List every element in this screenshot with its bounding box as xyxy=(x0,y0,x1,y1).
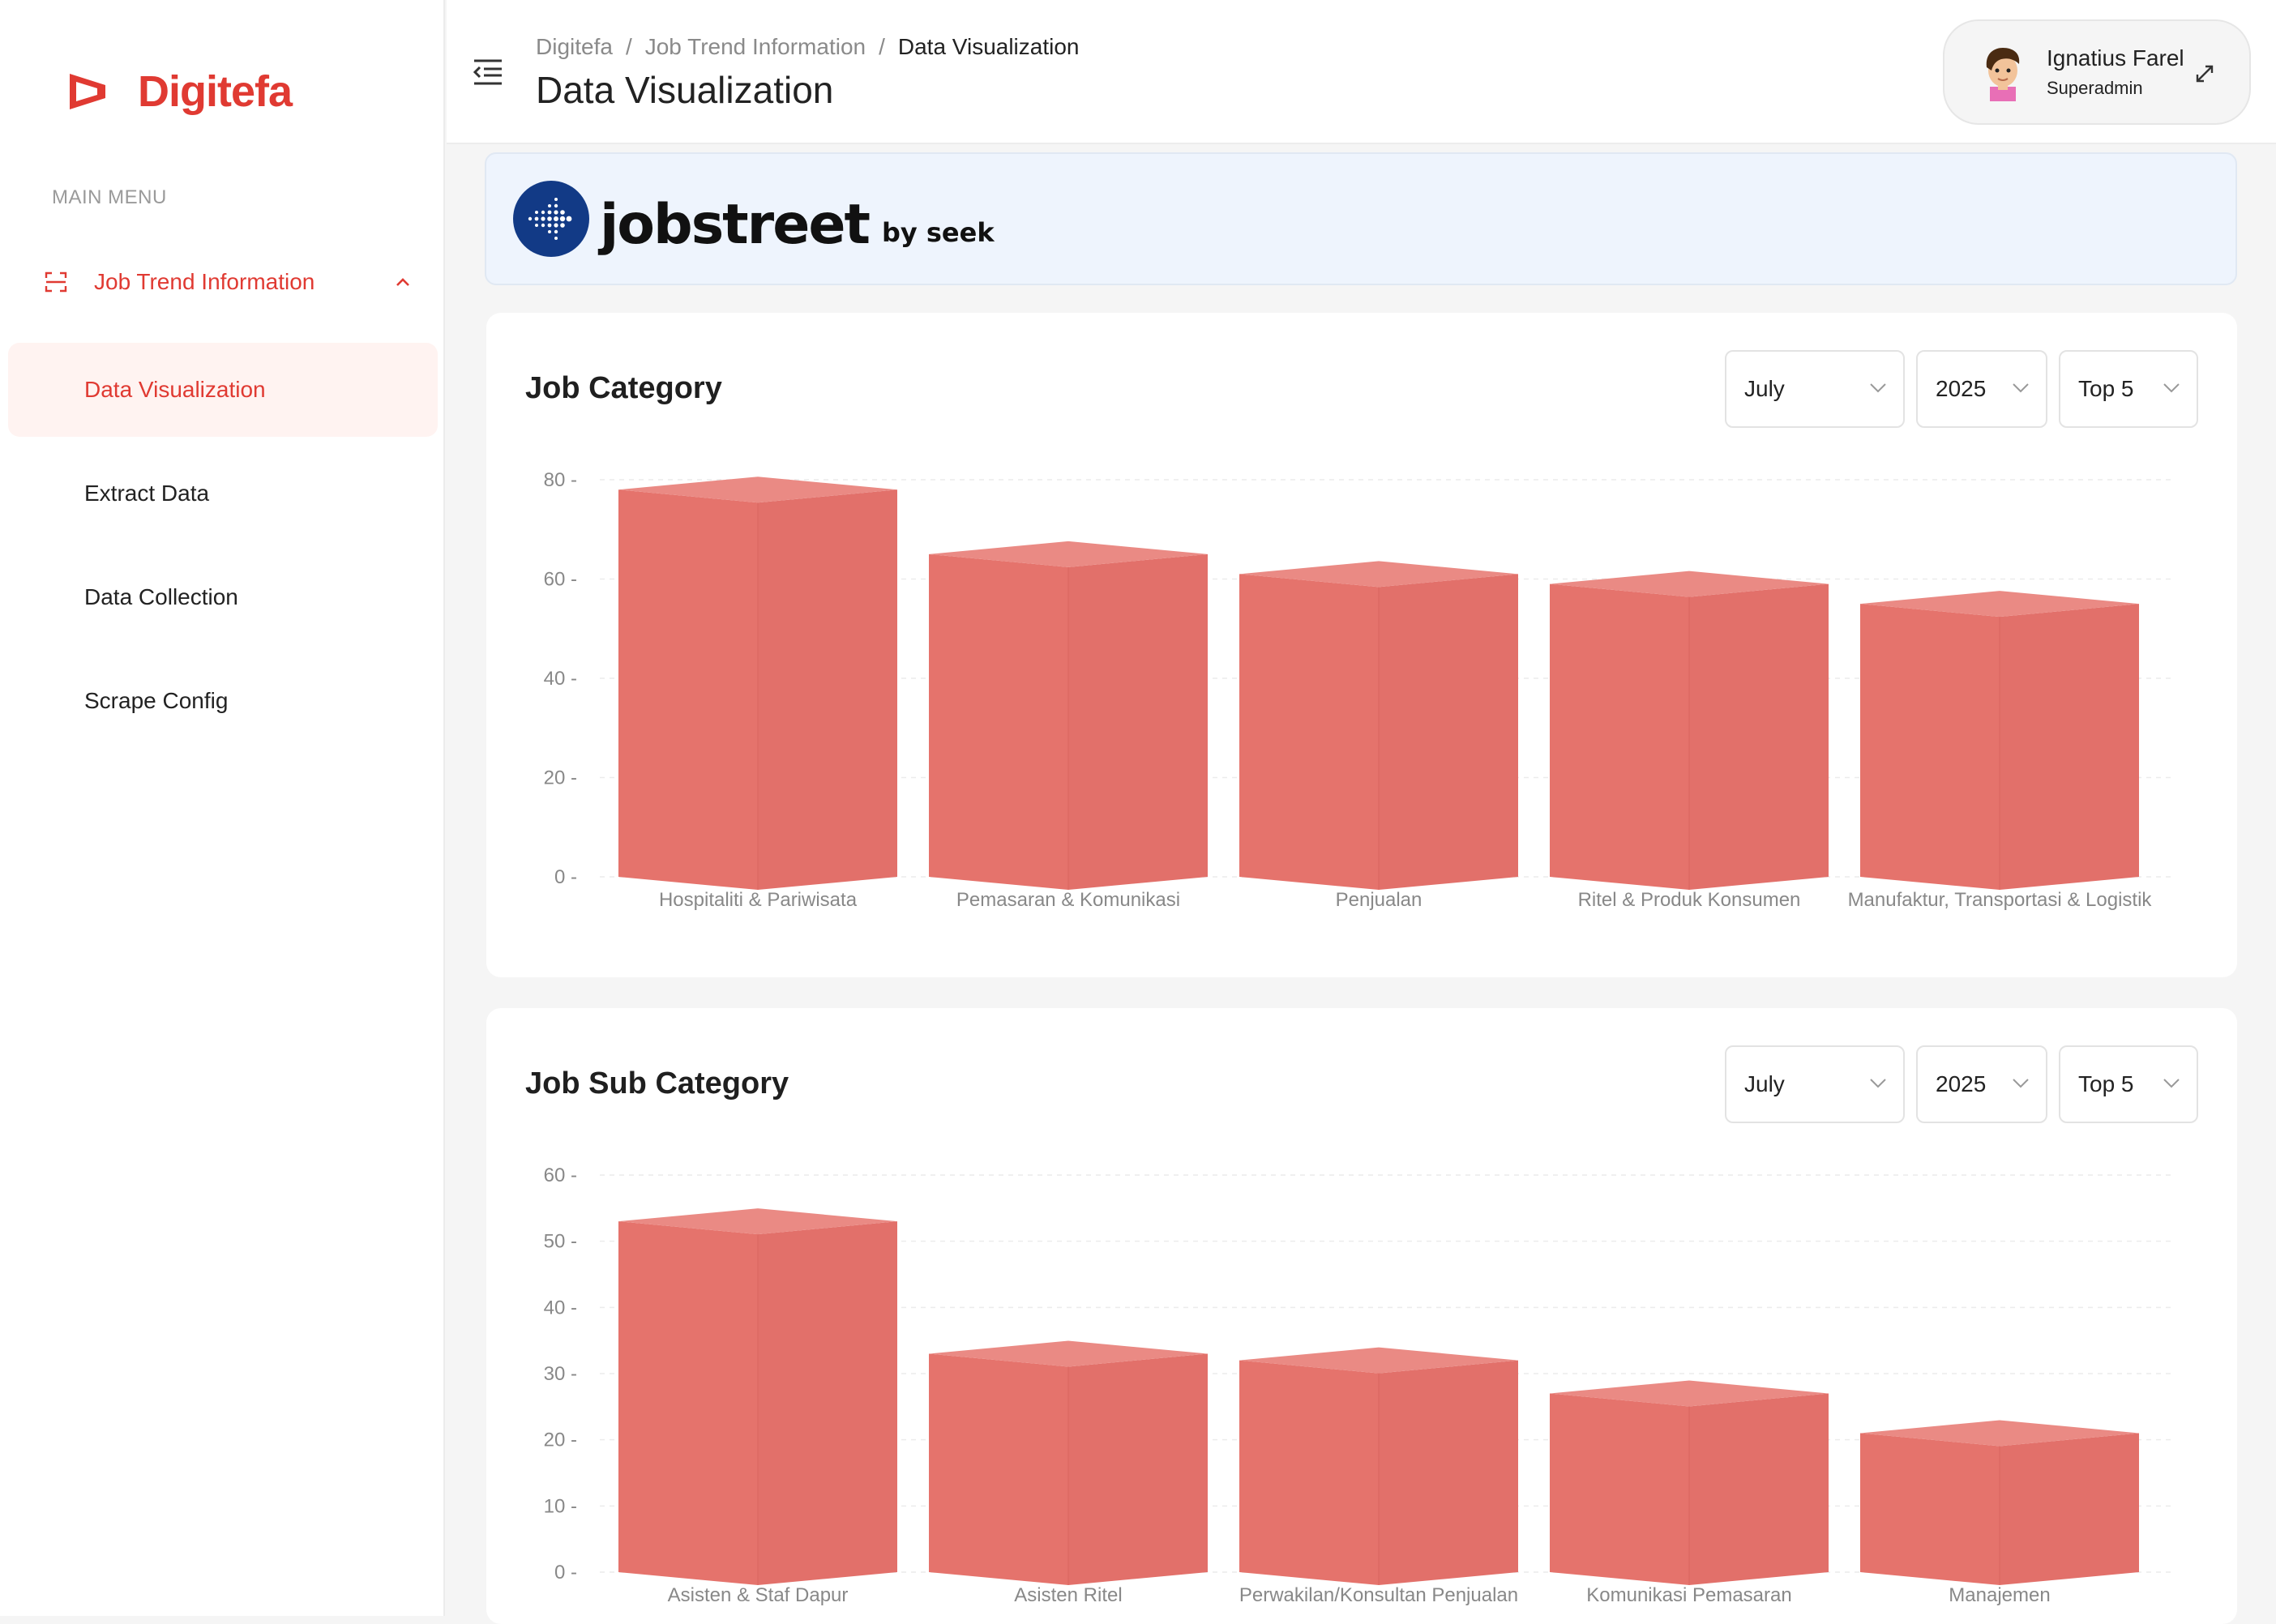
menu-parent-label: Job Trend Information xyxy=(94,269,315,294)
bar-right-face xyxy=(758,489,897,890)
bar-left-face xyxy=(929,1353,1068,1585)
y-tick-label: 60 - xyxy=(544,569,577,591)
sidebar-item-data-collection[interactable]: Data Collection xyxy=(8,550,438,644)
job-category-chart: 0 - 20 - 40 - 60 - 80 - Hospitaliti & Pariwis… xyxy=(544,469,2172,911)
bar-right-face xyxy=(1379,574,1518,890)
bar-right-face xyxy=(1689,1393,1829,1585)
bar-left-face xyxy=(618,489,758,890)
chart-bar xyxy=(1860,591,2139,890)
menu-collapse-icon[interactable] xyxy=(473,58,503,86)
y-tick-label: 60 - xyxy=(544,1165,577,1186)
bar-left-face xyxy=(1239,574,1379,890)
jobstreet-arrow-icon xyxy=(513,181,589,257)
bar-right-face xyxy=(2000,604,2139,890)
sidebar-item-scrape-config[interactable]: Scrape Config xyxy=(8,654,438,748)
chart-bar xyxy=(618,1208,897,1585)
sidebar-item-data-visualization[interactable]: Data Visualization xyxy=(8,343,438,437)
sidebar-item-extract-data[interactable]: Extract Data xyxy=(8,447,438,541)
y-tick-label: 30 - xyxy=(544,1363,577,1385)
bar-right-face xyxy=(1379,1360,1518,1585)
breadcrumb-current: Data Visualization xyxy=(897,34,1080,59)
sidebar: Digitefa MAIN MENU Job Trend Information… xyxy=(0,0,445,1616)
user-name: Ignatius Farel xyxy=(2047,45,2184,71)
jobstreet-suffix: by seek xyxy=(881,217,995,248)
breadcrumb-separator: / xyxy=(625,34,632,59)
expand-icon[interactable] xyxy=(2193,62,2217,86)
scan-icon xyxy=(45,271,67,293)
menu-section-title: MAIN MENU xyxy=(52,186,167,208)
bar-left-face xyxy=(1239,1360,1379,1585)
chart-bar xyxy=(1550,571,1829,890)
jobstreet-banner: jobstreet by seek xyxy=(485,152,2237,285)
chart-bar xyxy=(1860,1420,2139,1585)
y-tick-label: 50 - xyxy=(544,1231,577,1253)
y-tick-label: 40 - xyxy=(544,1297,577,1318)
x-tick-label: Pemasaran & Komunikasi xyxy=(956,889,1180,911)
avatar xyxy=(1986,48,2020,101)
top-header: Digitefa / Job Trend Information / Data … xyxy=(447,0,2276,144)
bar-right-face xyxy=(1068,1353,1208,1585)
chart-bar xyxy=(618,477,897,890)
y-tick-label: 20 - xyxy=(544,767,577,789)
x-tick-label: Asisten Ritel xyxy=(1014,1584,1122,1606)
user-menu[interactable]: Ignatius Farel Superadmin xyxy=(1943,19,2251,125)
user-role: Superadmin xyxy=(2047,78,2143,98)
chart-bar xyxy=(1550,1380,1829,1585)
bar-right-face xyxy=(1689,583,1829,890)
breadcrumb-item[interactable]: Job Trend Information xyxy=(645,34,866,60)
y-tick-label: 0 - xyxy=(554,866,577,888)
logo[interactable]: Digitefa xyxy=(65,66,293,117)
bar-left-face xyxy=(1550,583,1689,890)
chart-bar xyxy=(1239,561,1518,890)
y-tick-label: 80 - xyxy=(544,469,577,491)
x-tick-label: Asisten & Staf Dapur xyxy=(668,1584,849,1606)
bar-left-face xyxy=(929,553,1068,890)
chart-bar xyxy=(929,541,1208,890)
bar-right-face xyxy=(1068,553,1208,890)
y-tick-label: 40 - xyxy=(544,668,577,690)
bar-left-face xyxy=(1860,604,2000,890)
page-title: Data Visualization xyxy=(536,69,834,111)
jobstreet-logo: jobstreet by seek xyxy=(512,180,995,258)
y-tick-label: 0 - xyxy=(554,1562,577,1583)
y-tick-label: 10 - xyxy=(544,1495,577,1517)
job-sub-category-chart: 0 - 10 - 20 - 30 - 40 - 50 - 60 - Asisten & Sta… xyxy=(544,1165,2172,1606)
y-tick-label: 20 - xyxy=(544,1430,577,1451)
bar-right-face xyxy=(758,1221,897,1585)
bar-right-face xyxy=(2000,1433,2139,1585)
breadcrumb-item[interactable]: Digitefa xyxy=(536,34,613,60)
x-tick-label: Penjualan xyxy=(1336,889,1422,911)
chart-bar xyxy=(1239,1347,1518,1585)
breadcrumb: Digitefa / Job Trend Information / Data … xyxy=(536,34,1080,60)
x-tick-label: Manufaktur, Transportasi & Logistik xyxy=(1848,889,2153,911)
x-tick-label: Manajemen xyxy=(1949,1584,2050,1606)
job-sub-category-card: Job Sub Category July 2025 Top 5 0 -10 -… xyxy=(486,1008,2237,1624)
bar-left-face xyxy=(1550,1393,1689,1585)
x-tick-label: Hospitaliti & Pariwisata xyxy=(659,889,858,911)
chart-bar xyxy=(929,1340,1208,1585)
job-category-card: Job Category July 2025 Top 5 0 -20 -40 -… xyxy=(486,313,2237,977)
bar-left-face xyxy=(1860,1433,2000,1585)
x-tick-label: Perwakilan/Konsultan Penjualan xyxy=(1239,1584,1518,1606)
x-tick-label: Ritel & Produk Konsumen xyxy=(1578,889,1801,911)
menu-parent-job-trend[interactable]: Job Trend Information xyxy=(44,259,425,305)
breadcrumb-separator: / xyxy=(879,34,885,59)
chevron-up-icon xyxy=(396,278,409,286)
logo-icon xyxy=(70,74,105,109)
logo-text: Digitefa xyxy=(138,67,293,116)
x-tick-label: Komunikasi Pemasaran xyxy=(1586,1584,1791,1606)
jobstreet-wordmark: jobstreet xyxy=(600,193,871,257)
bar-left-face xyxy=(618,1221,758,1585)
